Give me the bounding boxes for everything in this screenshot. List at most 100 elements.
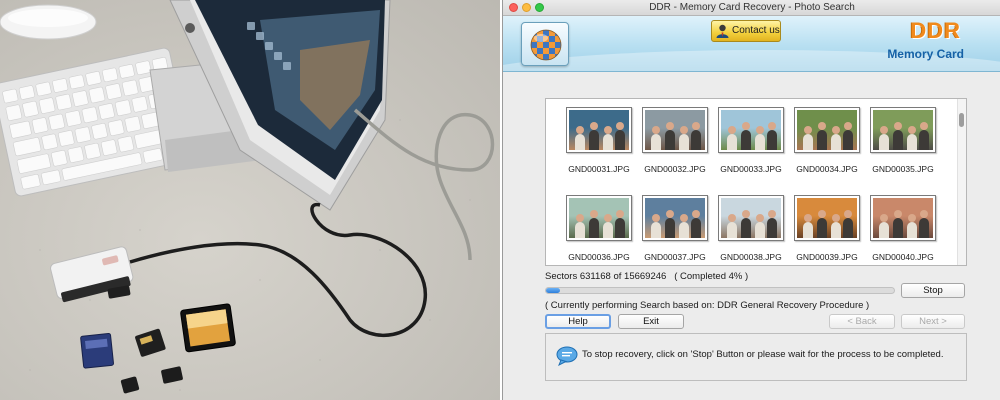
photo-image xyxy=(569,110,629,150)
sectors-readout: Sectors 631168 of 15669246 ( Completed 4… xyxy=(545,271,748,282)
photo-person-head xyxy=(590,210,598,218)
speech-bubble-icon xyxy=(556,346,578,366)
photo-person xyxy=(755,134,765,150)
scrollbar-thumb[interactable] xyxy=(959,113,964,127)
photo-thumbnail[interactable] xyxy=(870,195,936,241)
photo-person-head xyxy=(920,210,928,218)
photo-person xyxy=(615,130,625,150)
photo-person-head xyxy=(832,214,840,222)
photo-person-head xyxy=(844,210,852,218)
photo-person xyxy=(767,218,777,238)
photo-filename: GND00034.JPG xyxy=(796,164,858,174)
photo-person xyxy=(843,130,853,150)
person-icon xyxy=(716,24,729,38)
info-message: To stop recovery, click on 'Stop' Button… xyxy=(582,349,944,360)
photo-person xyxy=(893,130,903,150)
info-message-box: To stop recovery, click on 'Stop' Button… xyxy=(545,333,967,381)
progress-bar xyxy=(545,287,895,294)
photo-person-head xyxy=(728,214,736,222)
help-button[interactable]: Help xyxy=(545,314,611,329)
photo-person-head xyxy=(680,126,688,134)
photo-thumbnail[interactable] xyxy=(718,107,784,153)
photo-person-head xyxy=(908,126,916,134)
photo-person-head xyxy=(920,122,928,130)
close-window-button[interactable] xyxy=(509,3,518,12)
title-bar: DDR - Memory Card Recovery - Photo Searc… xyxy=(503,0,1000,16)
photo-person-head xyxy=(666,122,674,130)
photo-image xyxy=(873,198,933,238)
app-banner: Contact us DDR Memory Card xyxy=(503,16,1000,72)
photo-filename: GND00039.JPG xyxy=(796,252,858,262)
photo-person-head xyxy=(692,122,700,130)
photo-person-head xyxy=(576,126,584,134)
photo-filename: GND00040.JPG xyxy=(872,252,934,262)
photo-person-head xyxy=(576,214,584,222)
photo-person-head xyxy=(804,126,812,134)
photo-filename: GND00038.JPG xyxy=(720,252,782,262)
photo-person xyxy=(575,222,585,238)
photo-person xyxy=(817,218,827,238)
next-button[interactable]: Next > xyxy=(901,314,965,329)
photo-person xyxy=(691,130,701,150)
photo-person-head xyxy=(742,122,750,130)
photo-person-head xyxy=(768,210,776,218)
photo-thumbnail[interactable] xyxy=(566,107,632,153)
photo-image xyxy=(721,110,781,150)
photo-image xyxy=(569,198,629,238)
scrollbar[interactable] xyxy=(957,99,966,265)
photo-thumbnail[interactable] xyxy=(870,107,936,153)
photo-person-head xyxy=(616,210,624,218)
contact-us-button[interactable]: Contact us xyxy=(711,20,781,42)
photo-person-head xyxy=(604,214,612,222)
photo-person-head xyxy=(804,214,812,222)
photo-person-head xyxy=(894,210,902,218)
photo-thumbnail[interactable] xyxy=(794,107,860,153)
photo-thumbnail[interactable] xyxy=(718,195,784,241)
photo-person xyxy=(651,134,661,150)
exit-button[interactable]: Exit xyxy=(618,314,684,329)
photo-thumbnail[interactable] xyxy=(642,195,708,241)
photo-person-head xyxy=(844,122,852,130)
photo-person xyxy=(727,134,737,150)
progress-bar-fill xyxy=(546,288,560,293)
photo-person-head xyxy=(616,122,624,130)
photo-person xyxy=(691,218,701,238)
recovered-files-grid[interactable]: GND00031.JPG GND00032.JPG GND00033.JPG GND0… xyxy=(545,98,967,266)
photo-person-head xyxy=(880,214,888,222)
photo-image xyxy=(721,198,781,238)
sectors-count: Sectors 631168 of 15669246 xyxy=(545,271,667,282)
photo-person-head xyxy=(590,122,598,130)
photo-person xyxy=(727,222,737,238)
photo-person xyxy=(919,218,929,238)
app-logo xyxy=(521,22,569,66)
stop-button[interactable]: Stop xyxy=(901,283,965,298)
photo-person-head xyxy=(908,214,916,222)
back-button[interactable]: < Back xyxy=(829,314,895,329)
brand-name: DDR xyxy=(910,18,961,43)
photo-thumbnail[interactable] xyxy=(794,195,860,241)
photo-person xyxy=(665,130,675,150)
completed-percent: ( Completed 4% ) xyxy=(674,271,749,282)
photo-person xyxy=(755,222,765,238)
photo-person xyxy=(919,130,929,150)
photo-filename: GND00036.JPG xyxy=(568,252,630,262)
photo-person-head xyxy=(818,210,826,218)
photo-person xyxy=(665,218,675,238)
photo-person xyxy=(893,218,903,238)
photo-person-head xyxy=(728,126,736,134)
zoom-window-button[interactable] xyxy=(535,3,544,12)
photo-person xyxy=(907,134,917,150)
photo-filename: GND00037.JPG xyxy=(644,252,706,262)
photo-filename: GND00032.JPG xyxy=(644,164,706,174)
photo-person xyxy=(879,134,889,150)
photo-person-head xyxy=(742,210,750,218)
photo-person xyxy=(803,222,813,238)
photo-thumbnail[interactable] xyxy=(566,195,632,241)
photo-person xyxy=(603,222,613,238)
photo-person-head xyxy=(756,126,764,134)
photo-person xyxy=(603,134,613,150)
minimize-window-button[interactable] xyxy=(522,3,531,12)
brand-subtitle: Memory Card xyxy=(887,47,964,61)
photo-thumbnail[interactable] xyxy=(642,107,708,153)
photo-person-head xyxy=(680,214,688,222)
